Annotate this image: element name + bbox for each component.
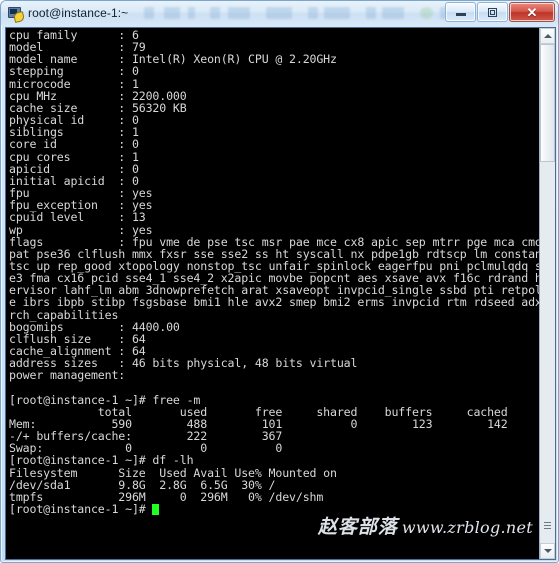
scrollbar-thumb[interactable] — [540, 44, 555, 162]
terminal-text: cpu family : 6 model : 79 model name : I… — [9, 28, 540, 517]
terminal-scrollbar[interactable] — [539, 28, 555, 559]
minimize-icon — [455, 13, 466, 16]
close-button[interactable]: ✕ — [509, 2, 555, 22]
maximize-button[interactable] — [477, 2, 508, 22]
terminal-window: root@instance-1:~ ✕ cpu family: 6 model… — [0, 0, 559, 563]
window-title: root@instance-1:~ — [28, 6, 129, 20]
putty-terminal-icon — [7, 5, 25, 23]
window-controls: ✕ — [444, 2, 555, 22]
terminal-cursor — [152, 504, 160, 516]
chevron-down-icon — [543, 549, 552, 553]
chevron-up-icon — [543, 34, 552, 38]
scrollbar-down-button[interactable] — [540, 543, 555, 559]
scrollbar-track[interactable] — [540, 162, 555, 543]
maximize-icon — [488, 7, 497, 17]
terminal-client-area: cpu family : 6 model : 79 model name : I… — [5, 27, 556, 560]
scrollbar-up-button[interactable] — [540, 28, 555, 44]
scrollbar-grip-icon — [544, 522, 551, 529]
window-titlebar[interactable]: root@instance-1:~ ✕ — [1, 1, 558, 25]
close-icon: ✕ — [526, 4, 538, 20]
minimize-button[interactable] — [445, 2, 476, 22]
terminal-screen[interactable]: cpu family : 6 model : 79 model name : I… — [6, 28, 540, 559]
